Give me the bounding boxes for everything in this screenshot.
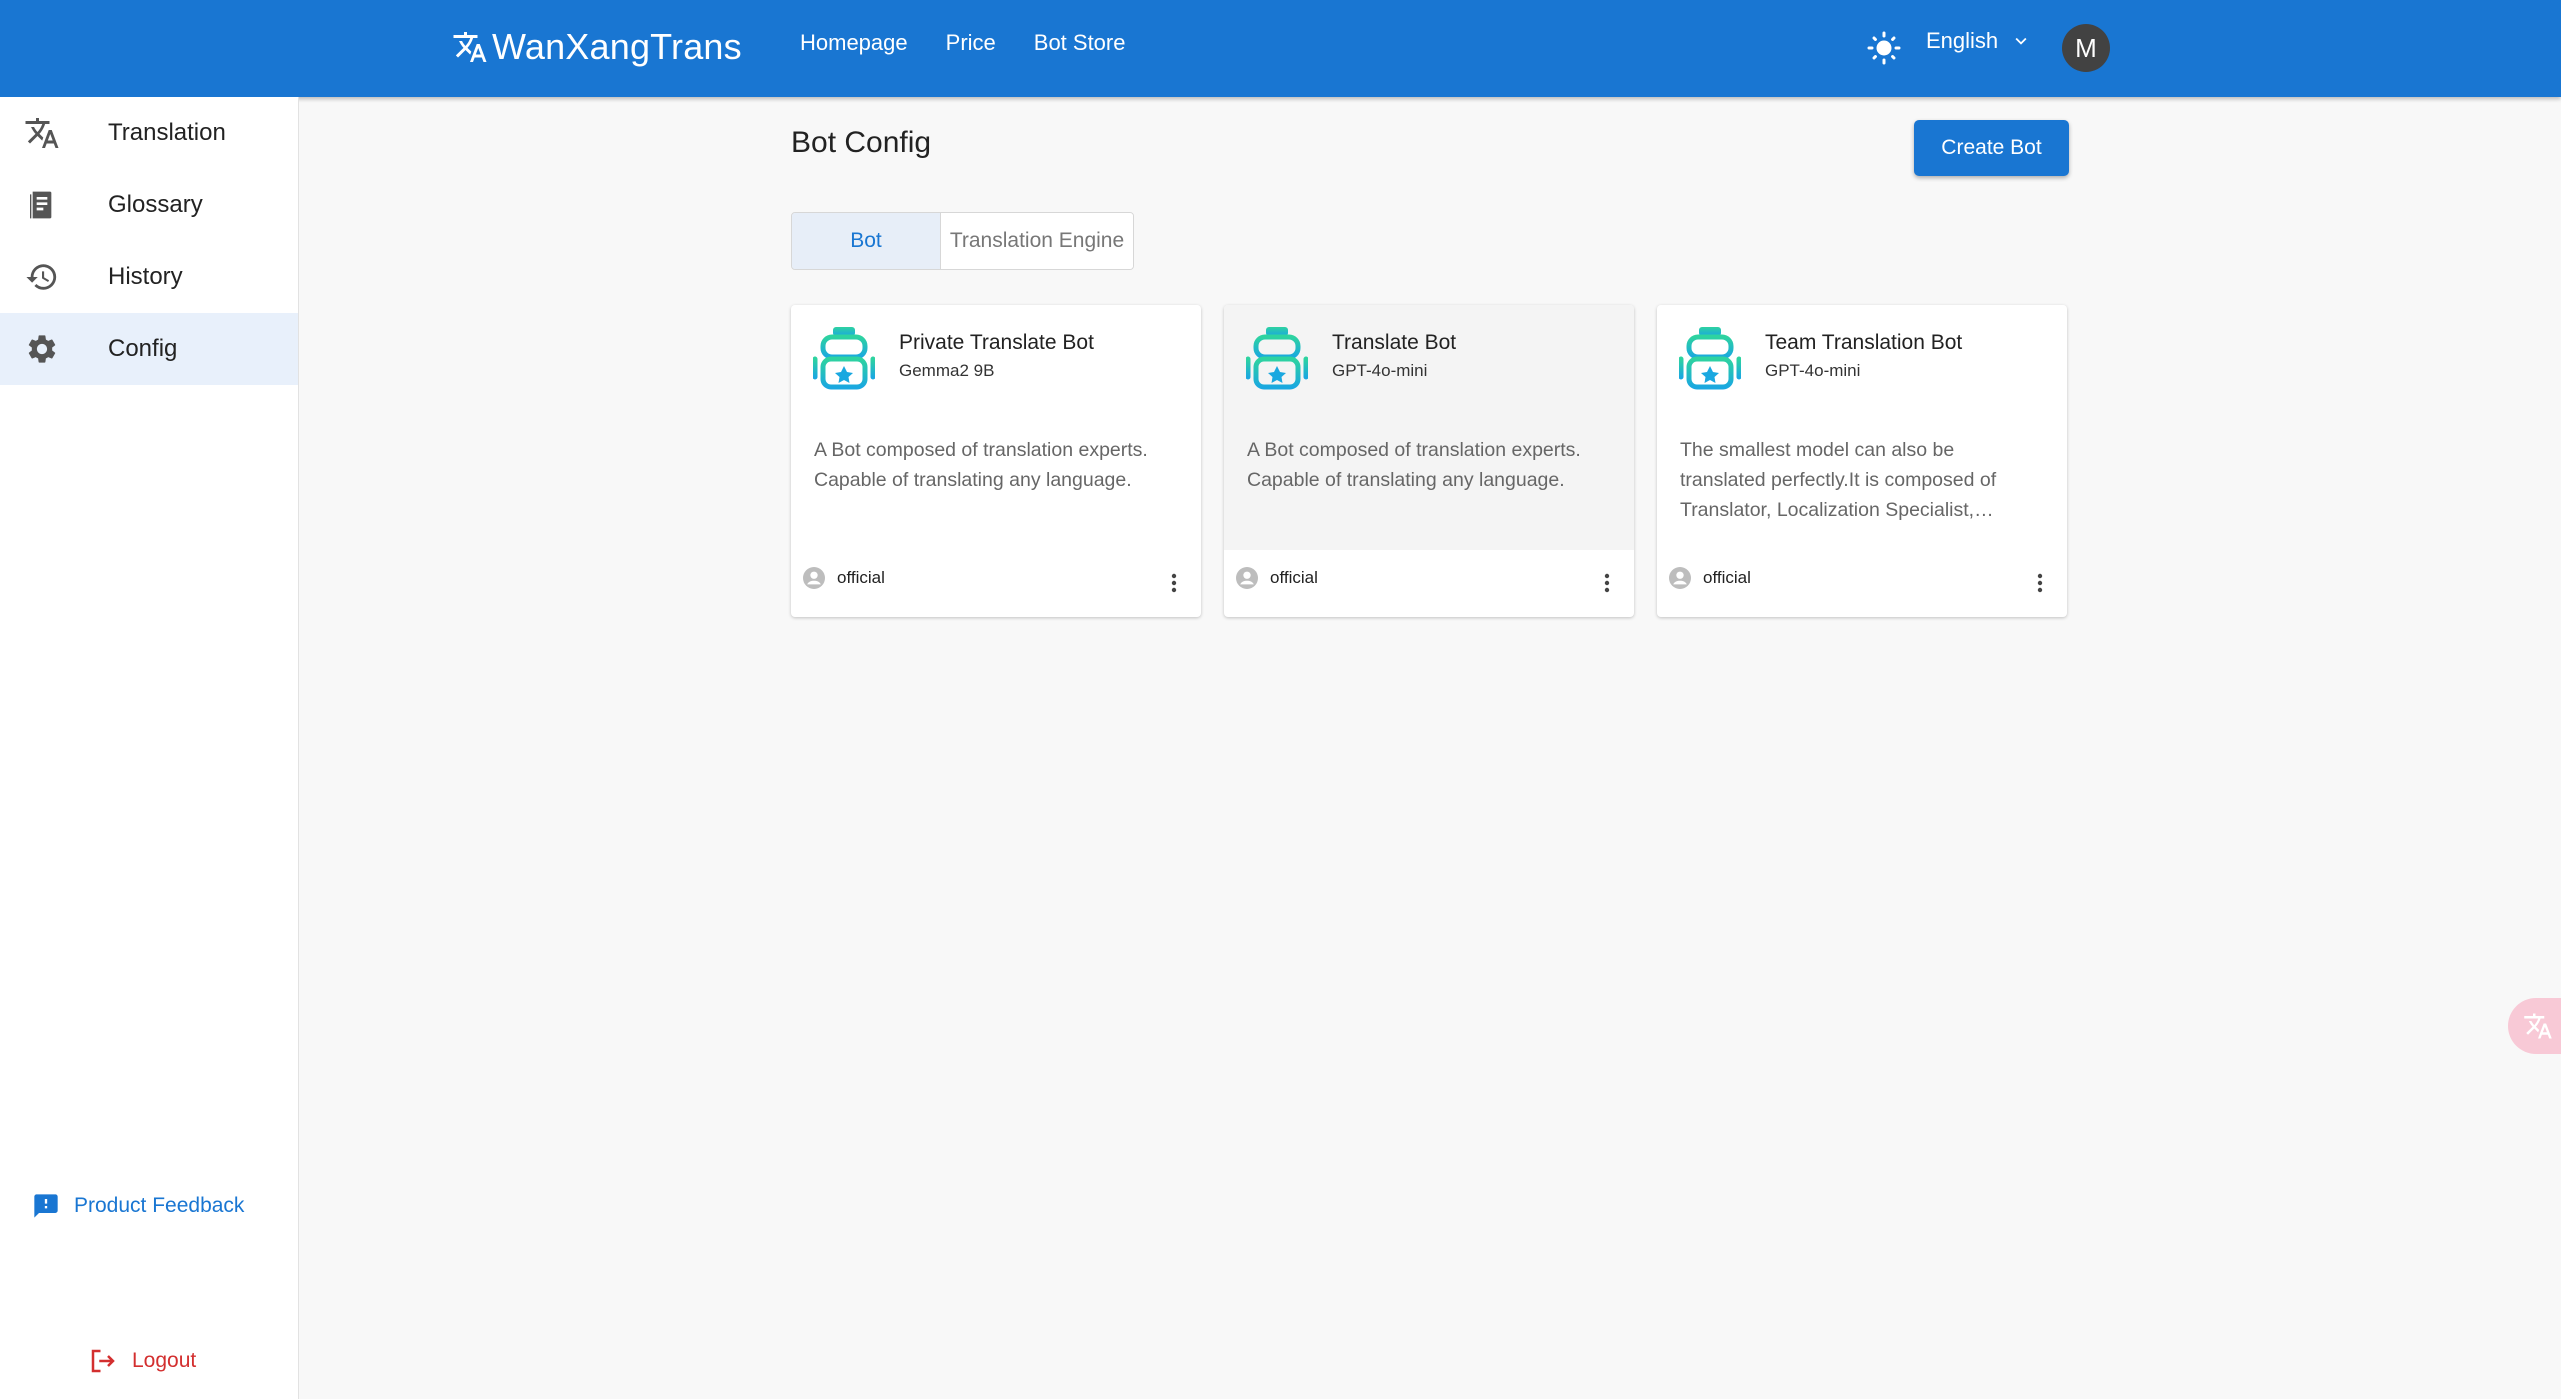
logout-button[interactable]: Logout [88,1346,196,1376]
bot-title: Private Translate Bot [899,331,1094,354]
language-label: English [1926,28,1999,53]
card-footer: official [1669,567,1751,589]
bot-card-list: Private Translate Bot Gemma2 9B A Bot co… [791,305,2067,617]
bot-card[interactable]: Translate Bot GPT-4o-mini A Bot composed… [1224,305,1634,617]
more-vert-icon[interactable] [1169,571,1179,595]
book-icon [22,185,62,225]
product-feedback-link[interactable]: Product Feedback [32,1192,244,1220]
top-nav: Homepage Price Bot Store [800,30,1125,56]
bot-description: The smallest model can also be translate… [1680,439,1997,521]
logout-icon [91,1349,115,1373]
create-bot-button[interactable]: Create Bot [1914,120,2069,176]
translate-logo-icon [453,32,487,62]
sidebar-item-label: Translation [108,119,226,146]
sidebar-item-history[interactable]: History [0,241,298,313]
bot-card[interactable]: Private Translate Bot Gemma2 9B A Bot co… [791,305,1201,617]
bot-author: official [837,568,885,587]
robot-icon [1246,327,1308,390]
bot-description: A Bot composed of translation experts. C… [1247,439,1581,491]
sidebar-item-label: Config [108,335,178,362]
robot-icon [813,327,875,390]
history-icon [22,257,62,297]
brand[interactable]: WanXangTrans [452,26,742,68]
sidebar-item-config[interactable]: Config [0,313,298,385]
avatar[interactable]: M [2062,24,2110,72]
floating-translate-button[interactable] [2508,998,2561,1054]
more-vert-icon[interactable] [1602,571,1612,595]
sidebar-item-label: History [108,263,183,290]
page-title: Bot Config [791,126,932,159]
bot-model: GPT-4o-mini [1332,361,1428,380]
user-avatar-icon [803,567,825,589]
bot-author: official [1703,568,1751,587]
tab-translation-engine[interactable]: Translation Engine [941,213,1133,269]
language-select[interactable]: English [1926,28,2032,54]
nav-bot-store[interactable]: Bot Store [1034,30,1126,56]
tab-bot[interactable]: Bot [792,213,941,269]
bot-card[interactable]: Team Translation Bot GPT-4o-mini The sma… [1657,305,2067,617]
bot-model: Gemma2 9B [899,361,995,380]
bot-description: A Bot composed of translation experts. C… [814,439,1148,491]
sidebar-item-glossary[interactable]: Glossary [0,169,298,241]
sidebar-item-label: Glossary [108,191,203,218]
bot-title: Team Translation Bot [1765,331,1963,354]
more-vert-icon[interactable] [2035,571,2045,595]
chevron-down-icon [2015,37,2027,45]
translate-icon [2524,1013,2552,1039]
gear-icon [22,329,62,369]
bot-title: Translate Bot [1332,331,1457,354]
product-feedback-label: Product Feedback [74,1194,245,1217]
config-tabs: Bot Translation Engine [791,212,1134,270]
robot-icon [1679,327,1741,390]
bot-author: official [1270,568,1318,587]
user-avatar-icon [1236,567,1258,589]
feedback-icon [34,1194,58,1218]
app-bar: WanXangTrans Homepage Price Bot Store En… [0,0,2561,97]
logout-label: Logout [132,1349,197,1372]
card-footer: official [803,567,885,589]
user-avatar-icon [1669,567,1691,589]
nav-homepage[interactable]: Homepage [800,30,908,56]
sun-icon[interactable] [1866,30,1902,66]
card-footer: official [1236,567,1318,589]
bot-model: GPT-4o-mini [1765,361,1861,380]
translate-icon [22,113,62,153]
nav-price[interactable]: Price [946,30,996,56]
brand-name: WanXangTrans [492,26,742,67]
sidebar-item-translation[interactable]: Translation [0,97,298,169]
